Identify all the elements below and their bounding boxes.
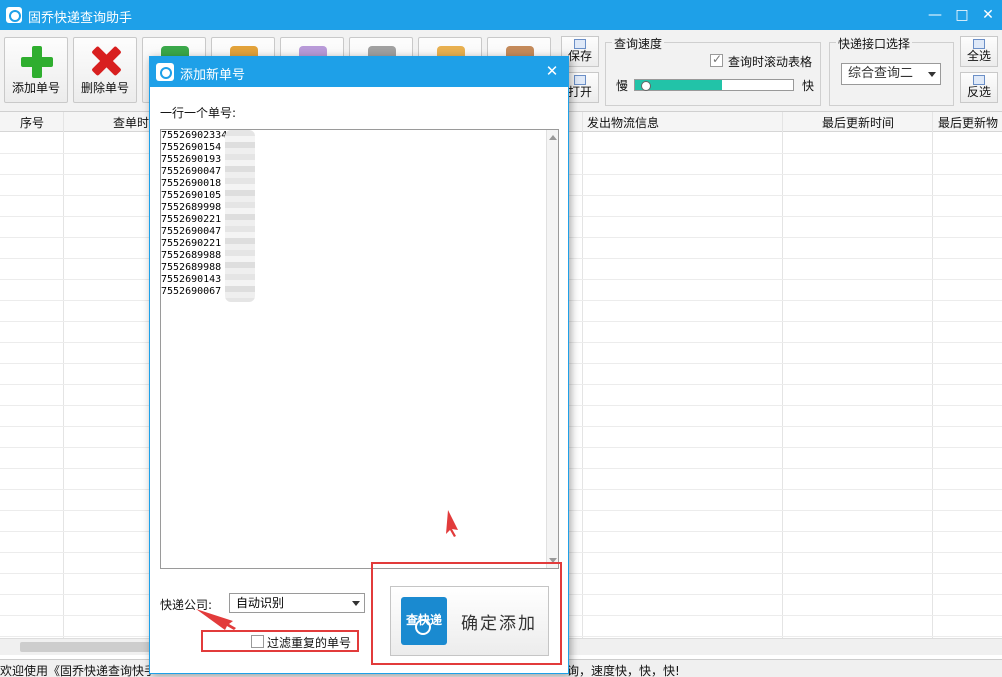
confirm-add-highlight: 查快递 确定添加	[371, 562, 562, 665]
status-text-left: 欢迎使用《固乔快递查询快手	[0, 664, 157, 677]
column-header-index[interactable]: 序号	[20, 114, 44, 131]
column-divider	[782, 112, 783, 638]
search-express-logo-icon: 查快递	[401, 597, 447, 645]
dialog-close-button[interactable]: ✕	[542, 61, 562, 81]
tracking-number-line: 7552690233416	[161, 130, 240, 141]
confirm-add-label: 确定添加	[461, 614, 537, 634]
select-all-button[interactable]: 全选	[960, 36, 998, 67]
add-number-label: 添加单号	[11, 81, 60, 95]
tracking-number-line: 7552689988	[161, 262, 222, 273]
title-bar: 固乔快递查询助手 — □ ✕	[0, 0, 1002, 30]
plus-icon	[21, 46, 53, 78]
tracking-number-line: 7552689988	[161, 250, 222, 261]
fast-label: 快	[802, 79, 815, 93]
magnifier-icon	[415, 619, 431, 635]
filter-duplicates-label: 过滤重复的单号	[267, 636, 352, 650]
dialog-title: 添加新单号	[180, 68, 246, 83]
confirm-add-button[interactable]: 查快递 确定添加	[390, 586, 549, 656]
dialog-logo-icon	[156, 63, 174, 81]
speed-slider-thumb[interactable]	[641, 81, 651, 91]
add-number-button[interactable]: 添加单号	[4, 37, 68, 103]
invert-selection-label: 反选	[966, 85, 991, 99]
api-group-title: 快递接口选择	[836, 35, 913, 52]
save-icon	[574, 39, 586, 49]
column-header-shipping-info[interactable]: 发出物流信息	[587, 114, 659, 131]
redacted-area	[225, 130, 255, 302]
column-header-last-update-time[interactable]: 最后更新时间	[822, 114, 894, 131]
textarea-vertical-scrollbar[interactable]	[546, 130, 558, 568]
tracking-number-line: 7552690105	[161, 190, 222, 201]
select-all-label: 全选	[966, 49, 991, 63]
speed-slider[interactable]	[634, 79, 794, 91]
delete-number-button[interactable]: 删除单号	[73, 37, 137, 103]
scroll-table-checkbox[interactable]	[710, 52, 723, 67]
tracking-numbers-list: 7552690233416 7552690154 7552690193 7552690…	[161, 130, 547, 298]
add-number-dialog: 添加新单号 ✕ 一行一个单号: 7552690233416 7552690154 7…	[149, 56, 569, 674]
maximize-button[interactable]: □	[951, 4, 973, 26]
tracking-number-line: 7552690221	[161, 238, 222, 249]
api-group: 快递接口选择 综合查询二	[829, 35, 954, 106]
tracking-number-line: 7552689998	[161, 202, 222, 213]
column-divider	[63, 112, 64, 638]
invert-icon	[973, 75, 985, 85]
one-per-line-hint: 一行一个单号:	[160, 106, 237, 120]
invert-selection-button[interactable]: 反选	[960, 72, 998, 103]
tracking-number-line: 7552690047	[161, 166, 222, 177]
filter-duplicates-highlight: 过滤重复的单号	[201, 630, 359, 652]
app-logo-icon	[6, 7, 22, 23]
slow-label: 慢	[616, 79, 629, 93]
tracking-number-line: 7552690154	[161, 142, 222, 153]
column-header-last-update-info[interactable]: 最后更新物	[938, 114, 998, 131]
delete-x-icon	[91, 46, 121, 76]
tracking-number-line: 7552690047	[161, 226, 222, 237]
tracking-number-line: 7552690143	[161, 274, 222, 285]
tracking-number-line: 7552690067	[161, 286, 222, 297]
select-all-icon	[973, 39, 985, 49]
scroll-table-label: 查询时滚动表格	[728, 55, 813, 69]
tracking-number-line: 7552690193	[161, 154, 222, 165]
tracking-number-line: 7552690221	[161, 214, 222, 225]
courier-company-label: 快递公司:	[160, 598, 213, 612]
courier-company-select[interactable]: 自动识别	[229, 593, 365, 613]
column-divider	[582, 112, 583, 638]
speed-group: 查询速度 查询时滚动表格 慢 快	[605, 35, 821, 106]
speed-group-title: 查询速度	[612, 35, 665, 52]
dialog-title-bar: 添加新单号 ✕	[150, 57, 568, 87]
minimize-button[interactable]: —	[924, 4, 946, 26]
column-divider	[932, 112, 933, 638]
courier-company-value: 自动识别	[236, 596, 285, 610]
tracking-number-line: 7552690018	[161, 178, 222, 189]
status-text-right: 询，速度快，快，快!	[567, 664, 680, 677]
column-header-query-time[interactable]: 查单时	[113, 114, 149, 131]
api-select[interactable]: 综合查询二	[841, 63, 941, 85]
api-select-value: 综合查询二	[848, 66, 914, 81]
scroll-up-arrow-icon[interactable]	[549, 135, 557, 140]
window-title: 固乔快递查询助手	[28, 11, 133, 26]
delete-number-label: 删除单号	[80, 81, 129, 95]
filter-duplicates-checkbox[interactable]	[251, 635, 264, 648]
chevron-down-icon	[352, 601, 360, 606]
close-button[interactable]: ✕	[977, 4, 999, 26]
tracking-numbers-textarea[interactable]: 7552690233416 7552690154 7552690193 7552690…	[160, 129, 559, 569]
folder-icon	[574, 75, 586, 85]
chevron-down-icon	[928, 72, 936, 77]
